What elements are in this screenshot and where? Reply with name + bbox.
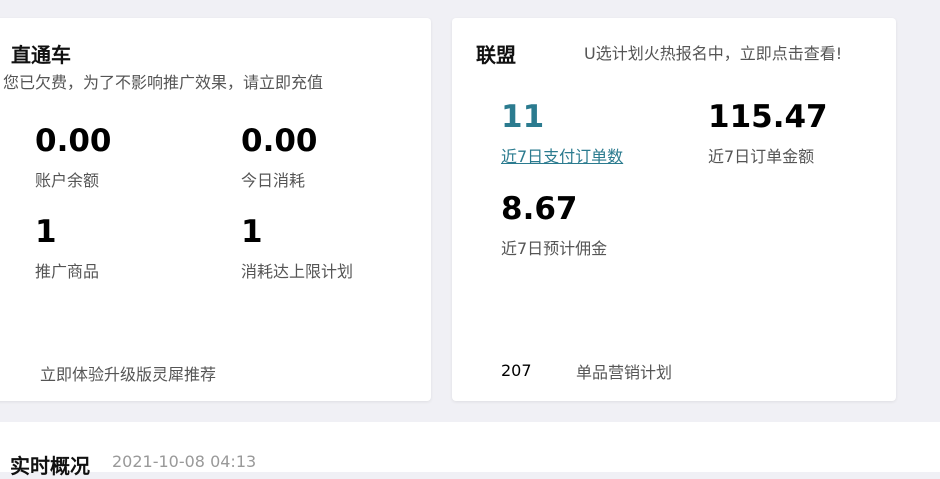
- stat-today-spend[interactable]: 0.00 今日消耗: [241, 126, 318, 191]
- stat-label: 近7日订单金额: [708, 147, 815, 166]
- single-item-plan-count[interactable]: 207: [501, 361, 532, 380]
- realtime-overview-header: 实时概况 2021-10-08 04:13: [0, 422, 940, 478]
- stat-7d-estimated-commission[interactable]: 8.67 近7日预计佣金: [501, 194, 607, 259]
- stat-value: 8.67: [501, 191, 578, 227]
- stat-7d-paid-orders[interactable]: 11 近7日支付订单数: [501, 102, 623, 167]
- stat-account-balance[interactable]: 0.00 账户余额: [35, 126, 112, 191]
- stat-label: 消耗达上限计划: [241, 262, 354, 281]
- stat-value: 1: [241, 214, 263, 250]
- ztc-title: 直通车: [11, 43, 71, 67]
- stat-value: 115.47: [708, 99, 828, 135]
- upgrade-link[interactable]: 立即体验升级版灵犀推荐: [40, 361, 216, 385]
- alliance-title: 联盟: [476, 43, 516, 67]
- stat-label: 推广商品: [35, 262, 100, 281]
- stat-label-link[interactable]: 近7日支付订单数: [501, 143, 623, 167]
- realtime-title: 实时概况: [10, 454, 90, 478]
- stat-budget-limit-plans[interactable]: 1 消耗达上限计划: [241, 217, 353, 282]
- stat-value: 1: [35, 214, 57, 250]
- single-item-plan-label[interactable]: 单品营销计划: [576, 359, 672, 383]
- stat-label: 今日消耗: [241, 171, 306, 190]
- realtime-timestamp: 2021-10-08 04:13: [112, 452, 257, 471]
- ztc-card: 直通车 您已欠费，为了不影响推广效果，请立即充值 0.00 账户余额 0.00 …: [0, 18, 431, 401]
- ztc-arrears-warning[interactable]: 您已欠费，为了不影响推广效果，请立即充值: [3, 69, 323, 93]
- stat-value: 11: [501, 99, 545, 135]
- alliance-card: 联盟 U选计划火热报名中，立即点击查看! 11 近7日支付订单数 115.47 …: [452, 18, 896, 401]
- stat-promoted-items[interactable]: 1 推广商品: [35, 217, 99, 282]
- stat-value: 0.00: [35, 123, 112, 159]
- stat-label: 近7日预计佣金: [501, 239, 608, 258]
- stat-label: 账户余额: [35, 171, 100, 190]
- stat-value: 0.00: [241, 123, 318, 159]
- stat-7d-order-amount[interactable]: 115.47 近7日订单金额: [708, 102, 828, 167]
- alliance-promo-link[interactable]: U选计划火热报名中，立即点击查看!: [584, 40, 842, 64]
